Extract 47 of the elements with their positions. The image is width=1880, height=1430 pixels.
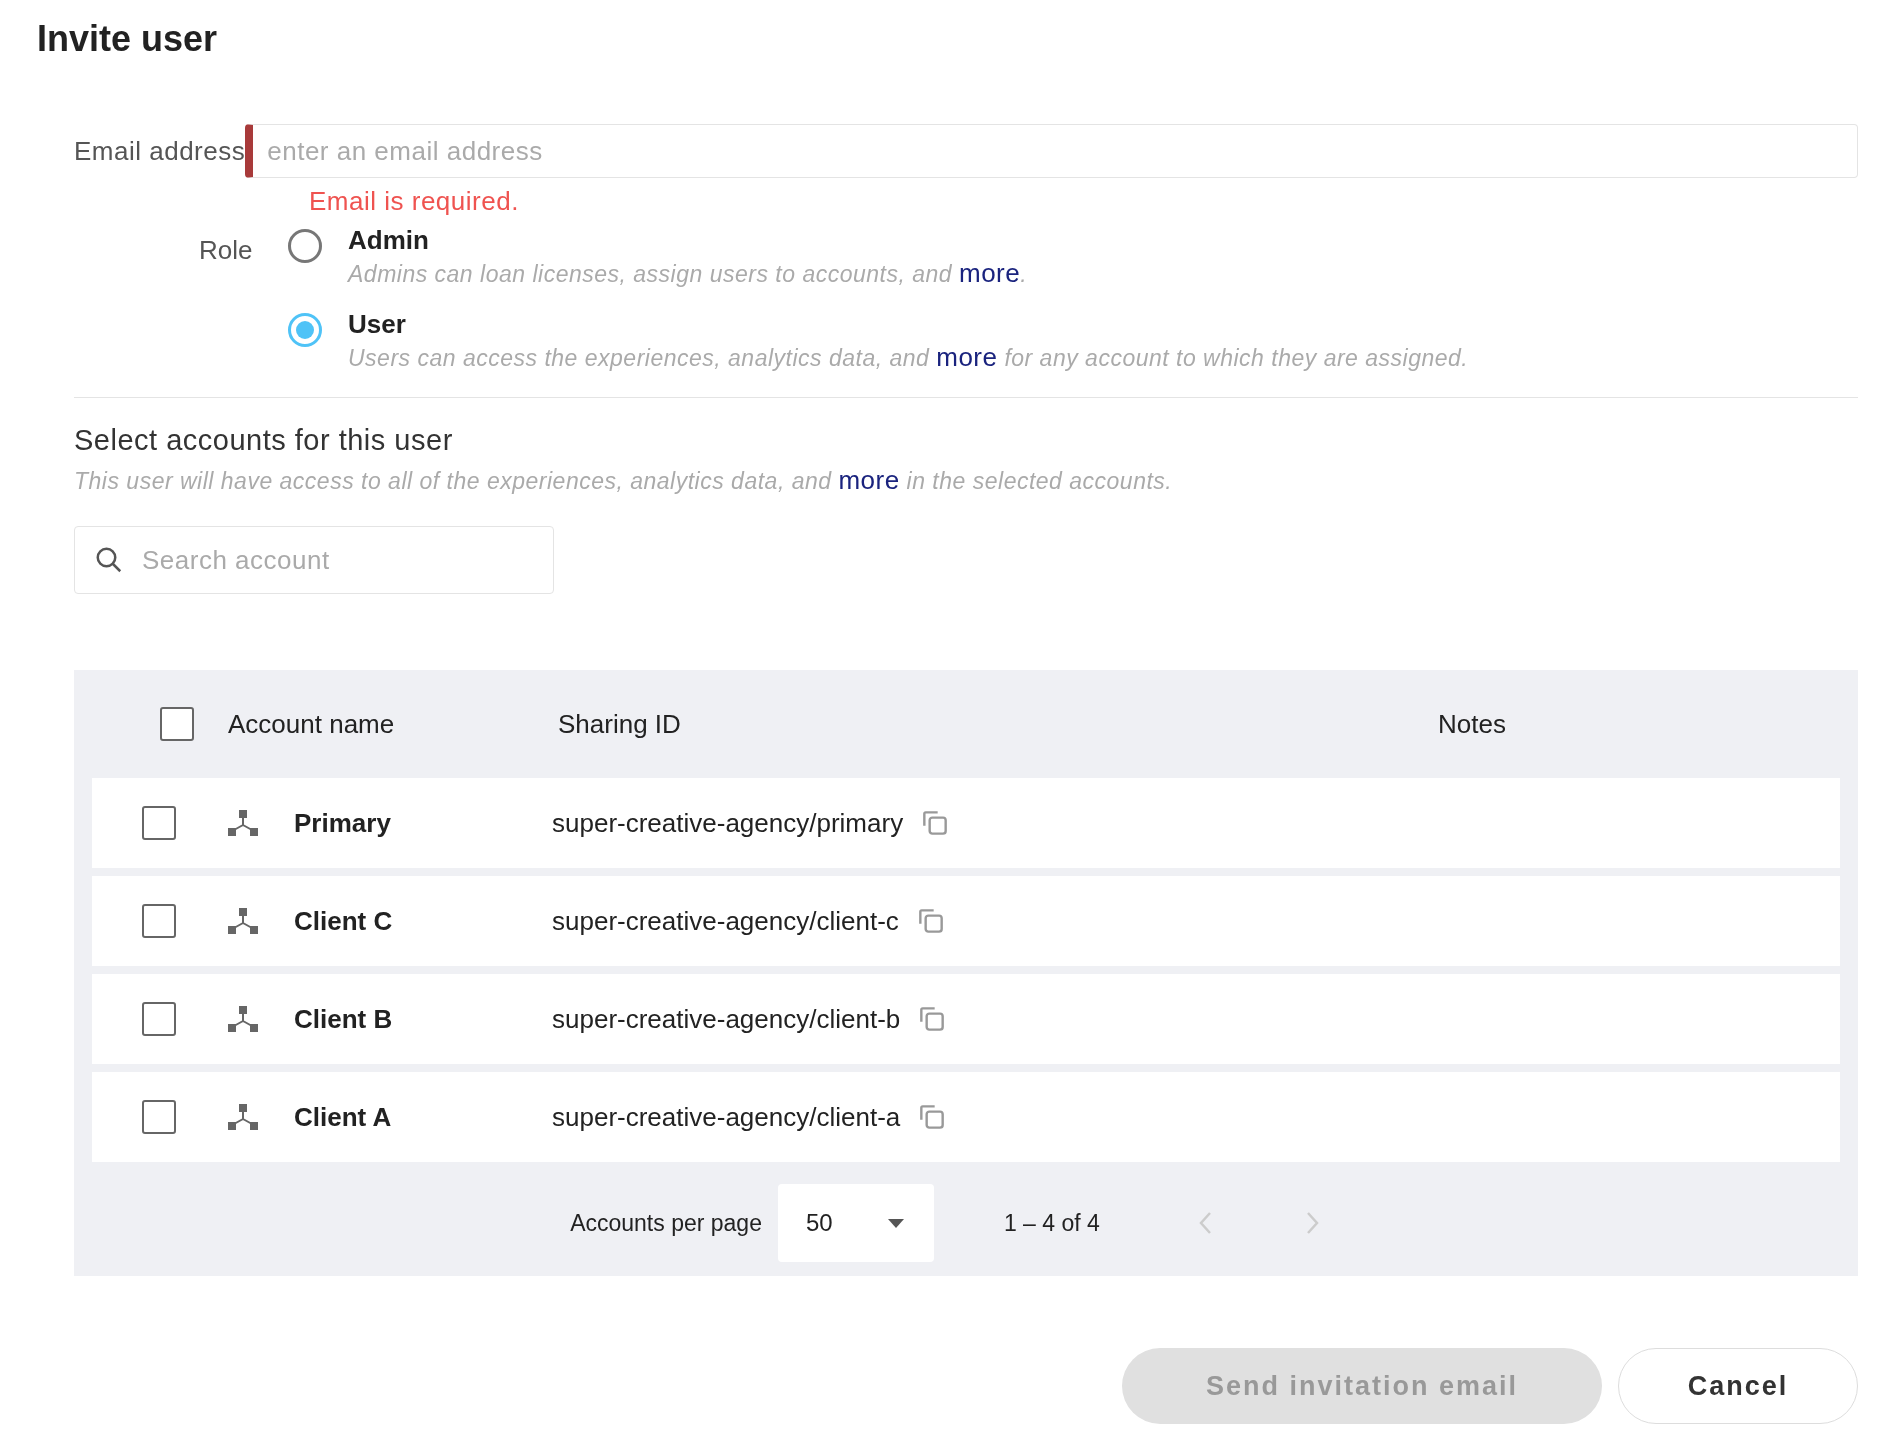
sharing-id: super-creative-agency/primary — [552, 807, 904, 839]
table-row[interactable]: Client A super-creative-agency/client-a — [92, 1072, 1840, 1162]
section-title: Select accounts for this user — [73, 424, 454, 457]
more-link[interactable]: more — [959, 258, 1021, 288]
checkbox[interactable] — [142, 904, 176, 938]
table-row[interactable]: Primary super-creative-agency/primary — [92, 778, 1840, 868]
column-header: Account name — [228, 708, 396, 740]
field-label: Email address — [74, 135, 246, 167]
hierarchy-icon — [228, 908, 258, 934]
page-range: 1 – 4 of 4 — [1003, 1209, 1100, 1237]
checkbox[interactable] — [142, 1002, 176, 1036]
section-description: This user will have access to all of the experiences, analytics data, and more in the selected accounts. — [73, 465, 1174, 496]
checkbox[interactable] — [142, 806, 176, 840]
column-header: Notes — [1438, 708, 1506, 740]
search-field[interactable]: Search account — [74, 526, 554, 594]
sharing-id: super-creative-agency/client-c — [552, 905, 899, 937]
option-description: Users can access the experiences, analytics data, and more for any account to which they are assigned. — [348, 342, 1469, 373]
cancel-button[interactable]: Cancel — [1618, 1348, 1858, 1424]
hierarchy-icon — [228, 1006, 258, 1032]
error-message: Email is required. — [309, 186, 520, 217]
account-name: Client B — [294, 1003, 394, 1035]
search-icon — [94, 545, 124, 575]
field-label: Role — [199, 235, 254, 267]
checkbox[interactable] — [142, 1100, 176, 1134]
radio-button[interactable] — [288, 229, 322, 263]
column-header: Sharing ID — [558, 708, 682, 740]
checkbox[interactable] — [160, 707, 194, 741]
option-description: Admins can loan licenses, assign users to accounts, and more. — [348, 258, 1028, 289]
table-row[interactable]: Client B super-creative-agency/client-b — [92, 974, 1840, 1064]
option-label: Admin — [348, 225, 430, 256]
more-link[interactable]: more — [838, 465, 900, 495]
account-name: Client A — [294, 1101, 393, 1133]
hierarchy-icon — [228, 810, 258, 836]
radio-button[interactable] — [288, 313, 322, 347]
caret-icon — [885, 1217, 906, 1229]
hierarchy-icon — [228, 1104, 258, 1130]
sharing-id: super-creative-agency/client-a — [552, 1101, 901, 1133]
per-page-label: Accounts per page — [570, 1209, 762, 1237]
account-name: Client C — [294, 905, 394, 937]
per-page-dropdown[interactable]: 50 — [777, 1184, 934, 1262]
more-link[interactable]: more — [936, 342, 998, 372]
email-field[interactable]: enter an email address — [245, 124, 1858, 178]
page-title: Invite user — [37, 18, 219, 60]
account-name: Primary — [294, 807, 392, 839]
table-row[interactable]: Client C super-creative-agency/client-c — [92, 876, 1840, 966]
sharing-id: super-creative-agency/client-b — [552, 1003, 901, 1035]
option-label: User — [348, 309, 407, 340]
